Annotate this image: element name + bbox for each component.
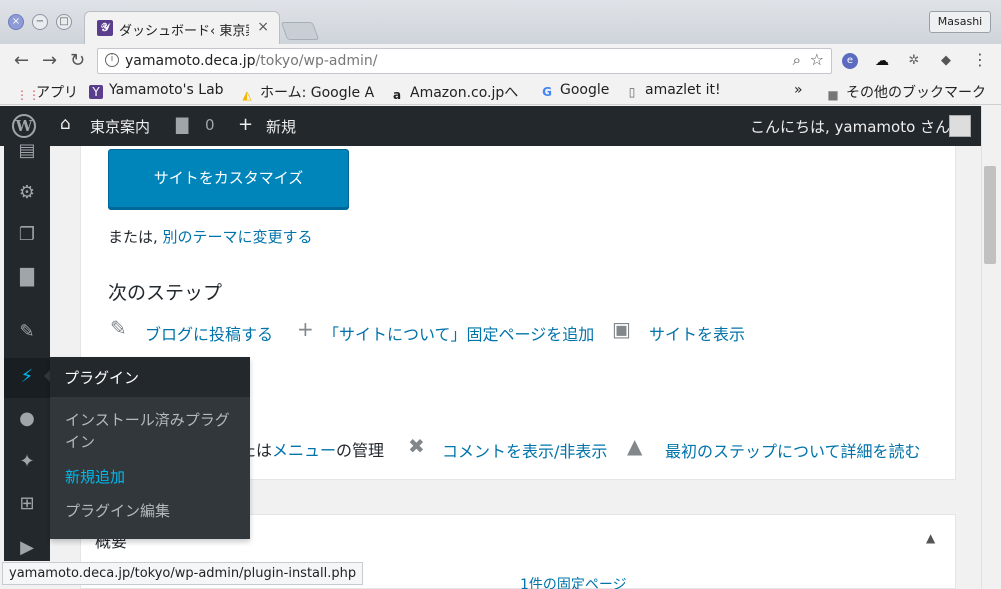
chrome-menu-icon[interactable]: ⋮ xyxy=(972,50,988,69)
sidebar-pages-icon[interactable]: ❐ xyxy=(16,224,38,246)
other-bookmarks-folder[interactable]: ■ その他のブックマーク xyxy=(826,82,986,102)
sidebar-tools-icon[interactable]: ✦ xyxy=(16,451,38,473)
folder-icon: ■ xyxy=(827,88,839,102)
comments-count[interactable]: 0 xyxy=(205,116,215,134)
change-theme-line: または, 別のテーマに変更する xyxy=(108,226,313,247)
tab-title: ダッシュボード‹ 東京案内 xyxy=(119,24,249,39)
page-scrollbar-thumb[interactable] xyxy=(984,166,996,264)
bookmarks-bar: ⋮⋮アプリ Y Yamamoto's Lab ◭ ホーム: Google A a Am… xyxy=(0,78,1001,105)
view-site-icon: ▣ xyxy=(612,317,631,341)
flyout-add-new[interactable]: 新規追加 xyxy=(65,466,235,488)
wordpress-logo-icon[interactable]: W xyxy=(12,114,36,138)
menus-suffix: の管理 xyxy=(336,441,385,460)
manage-menus-link[interactable]: メニュー xyxy=(272,441,336,460)
bookmark-apps[interactable]: ⋮⋮アプリ xyxy=(16,82,78,102)
sidebar-posts-icon[interactable]: ▤ xyxy=(16,140,38,162)
next-steps-heading: 次のステップ xyxy=(108,282,223,304)
bookmark-star-icon[interactable]: ☆ xyxy=(810,50,824,69)
tab-favicon-icon: 𝒴 xyxy=(97,20,113,36)
bookmark-amazlet[interactable]: ▯ amazlet it! xyxy=(625,82,721,99)
profile-button[interactable]: Masashi xyxy=(929,11,991,33)
sidebar-appearance-icon[interactable]: ✎ xyxy=(16,321,38,343)
write-blog-post-link[interactable]: ブログに投稿する xyxy=(145,321,273,345)
sidebar-media-icon[interactable]: ⚙ xyxy=(16,182,38,204)
google-icon: G xyxy=(542,85,552,99)
bookmark-google-adsense[interactable]: ◭ ホーム: Google A xyxy=(240,82,374,102)
customize-site-button[interactable]: サイトをカスタマイズ xyxy=(108,149,349,208)
window-close-icon[interactable]: × xyxy=(8,14,24,30)
learn-more-link[interactable]: 最初のステップについて詳細を読む xyxy=(665,438,921,462)
plugins-flyout-menu: プラグイン インストール済みプラグイン 新規追加 プラグイン編集 xyxy=(50,357,250,539)
bookmark-label: Yamamoto's Lab xyxy=(109,82,224,98)
link-status-url: yamamoto.deca.jp/tokyo/wp-admin/plugin-i… xyxy=(2,562,364,585)
extension-cloud-icon[interactable]: ☁ xyxy=(874,53,890,69)
wp-admin-bar: W ⌂ 東京案内 ▇ 0 + 新規 こんにちは, yamamoto さん xyxy=(0,106,981,146)
comments-toggle-link[interactable]: コメントを表示/非表示 xyxy=(442,438,607,462)
or-text: または, xyxy=(108,228,163,246)
bookmark-label: Amazon.co.jpへ xyxy=(410,85,519,101)
browser-toolbar: ← → ↻ i yamamoto.deca.jp/tokyo/wp-admin/… xyxy=(0,44,1001,78)
reload-icon[interactable]: ↻ xyxy=(70,50,85,71)
sidebar-plugins-icon[interactable]: ⚡ xyxy=(16,366,38,388)
address-url: yamamoto.deca.jp/tokyo/wp-admin/ xyxy=(125,53,377,69)
sidebar-users-icon[interactable]: ● xyxy=(16,408,38,430)
learn-more-graduation-icon: ▲ xyxy=(627,434,643,458)
forward-arrow-icon[interactable]: → xyxy=(42,50,57,71)
zoom-icon[interactable]: ⌕ xyxy=(793,51,801,69)
extension-puzzle-icon[interactable]: ✲ xyxy=(906,53,922,69)
bookmark-google[interactable]: G Google xyxy=(540,82,609,99)
user-avatar[interactable] xyxy=(949,115,971,137)
bookmarks-overflow-button[interactable]: » xyxy=(794,82,803,98)
view-site-link[interactable]: サイトを表示 xyxy=(649,321,745,345)
window-minimize-icon[interactable]: − xyxy=(32,14,48,30)
flyout-installed-plugins[interactable]: インストール済みプラグイン xyxy=(65,409,235,453)
comments-icon[interactable]: ▇ xyxy=(176,115,188,134)
extension-globe-icon[interactable]: e xyxy=(842,53,858,69)
change-theme-link[interactable]: 別のテーマに変更する xyxy=(163,228,313,246)
sidebar-collapse-icon[interactable]: ▶ xyxy=(16,537,38,559)
extension-evernote-icon[interactable]: ◆ xyxy=(938,53,954,69)
site-home-icon[interactable]: ⌂ xyxy=(60,114,71,134)
add-about-page-link[interactable]: 「サイトについて」固定ページを追加 xyxy=(323,321,594,345)
wp-admin-sidebar: ▤ ⚙ ❐ ▇ ✎ ⚡ ● ✦ ⊞ ▶ xyxy=(4,140,50,561)
bookmark-amazon[interactable]: a Amazon.co.jpへ xyxy=(390,82,518,102)
back-arrow-icon[interactable]: ← xyxy=(14,50,29,71)
user-greeting[interactable]: こんにちは, yamamoto さん xyxy=(750,116,950,137)
flyout-plugin-editor[interactable]: プラグイン編集 xyxy=(65,500,235,522)
url-host: yamamoto.deca.jp xyxy=(125,53,256,69)
bookmark-label: ホーム: Google A xyxy=(260,85,375,101)
site-info-icon[interactable]: i xyxy=(105,53,119,67)
browser-tab-active[interactable]: 𝒴 ダッシュボード‹ 東京案内 × xyxy=(84,11,280,44)
other-bookmarks-label: その他のブックマーク xyxy=(846,85,986,101)
url-path: /tokyo/wp-admin/ xyxy=(255,53,378,69)
add-page-plus-icon: + xyxy=(297,317,314,341)
page-icon: ▯ xyxy=(628,85,636,99)
address-bar[interactable]: i yamamoto.deca.jp/tokyo/wp-admin/ ⌕ ☆ xyxy=(97,48,832,74)
apps-grid-icon: ⋮⋮ xyxy=(16,88,40,102)
bookmark-label: アプリ xyxy=(36,85,78,101)
new-tab-button[interactable] xyxy=(280,22,320,40)
overview-toggle-icon[interactable]: ▲ xyxy=(926,531,935,545)
overview-pages-count[interactable]: 1件の固定ページ xyxy=(520,574,627,589)
new-content-plus-icon[interactable]: + xyxy=(238,114,253,135)
bookmark-yamamoto-lab[interactable]: Y Yamamoto's Lab xyxy=(89,82,224,99)
amazon-icon: a xyxy=(392,88,402,102)
browser-titlebar: × − □ 𝒴 ダッシュボード‹ 東京案内 × Masashi xyxy=(0,0,1001,44)
site-name-link[interactable]: 東京案内 xyxy=(90,116,150,137)
window-maximize-icon[interactable]: □ xyxy=(56,14,72,30)
sidebar-comments-icon[interactable]: ▇ xyxy=(16,266,38,288)
edit-post-icon: ✎ xyxy=(110,316,127,340)
bookmark-label: amazlet it! xyxy=(645,82,721,98)
tab-close-icon[interactable]: × xyxy=(257,19,269,35)
comments-toggle-icon: ✖ xyxy=(408,434,425,458)
bookmark-label: Google xyxy=(560,82,610,98)
manage-menus-line: たはメニューの管理 xyxy=(240,437,384,461)
adsense-icon: ◭ xyxy=(242,88,252,102)
sidebar-settings-icon[interactable]: ⊞ xyxy=(16,493,38,515)
flyout-title[interactable]: プラグイン xyxy=(50,357,250,397)
new-content-link[interactable]: 新規 xyxy=(266,116,296,137)
yamamoto-favicon-icon: Y xyxy=(89,85,103,99)
